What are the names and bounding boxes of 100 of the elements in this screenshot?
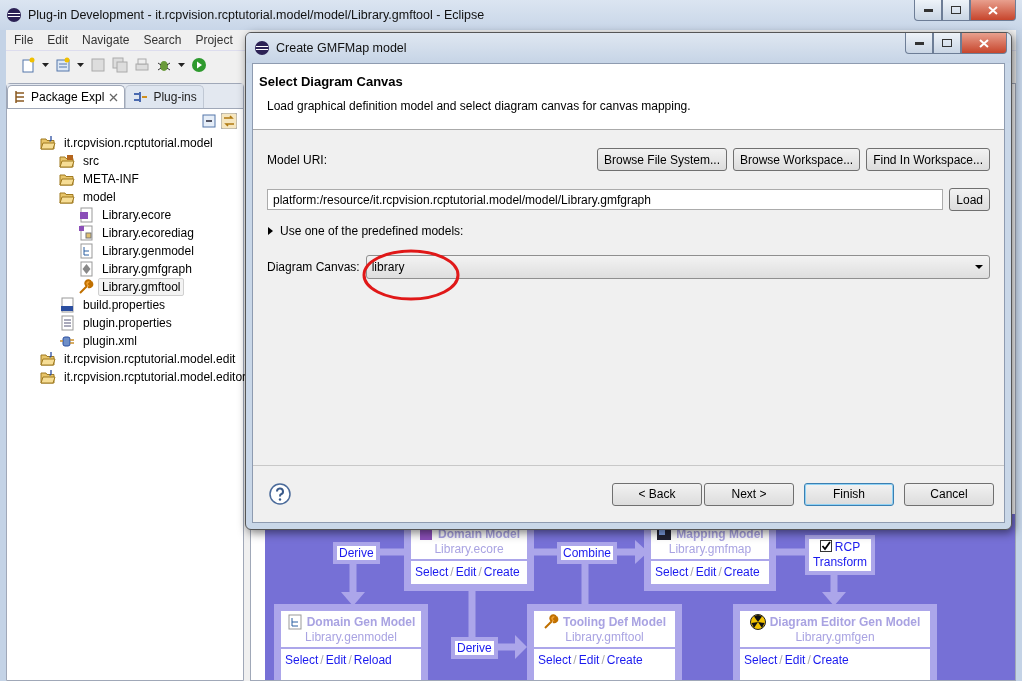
close-button[interactable] xyxy=(970,0,1016,21)
folder-icon xyxy=(59,189,75,205)
tree-item[interactable]: plugin.properties xyxy=(79,314,176,332)
transform-option[interactable]: RCP Transform xyxy=(805,535,875,575)
minimize-icon xyxy=(923,8,933,12)
view-tab[interactable]: Plug-ins xyxy=(125,85,204,108)
window-title: Plug-in Development - it.rcpvision.rcptutorial.model/model/Library.gmftool - Eclipse xyxy=(28,8,486,22)
text-file-icon xyxy=(59,315,75,331)
maximize-button[interactable] xyxy=(933,33,961,54)
tree-item[interactable]: Library.ecorediag xyxy=(98,224,198,242)
action-link[interactable]: Edit xyxy=(578,653,600,667)
minimize-button[interactable] xyxy=(905,33,933,54)
dialog-button[interactable]: Next > xyxy=(704,482,794,506)
separator-text: / xyxy=(807,653,811,667)
action-link[interactable]: Reload xyxy=(353,653,392,667)
separator-text: / xyxy=(690,565,694,579)
field-label: Diagram Canvas: xyxy=(267,260,360,274)
derive-link[interactable]: Derive xyxy=(451,637,498,659)
node-file: Library.genmodel xyxy=(305,630,397,644)
tree-item[interactable]: it.rcpvision.rcptutorial.model.edit xyxy=(60,350,240,368)
browse-button[interactable]: Browse Workspace... xyxy=(733,148,861,171)
node-title: Tooling Def Model xyxy=(562,615,667,629)
menu-item[interactable]: Search xyxy=(138,33,187,47)
action-link[interactable]: Select xyxy=(744,653,778,667)
field-label: Model URI: xyxy=(267,152,329,167)
tree-item[interactable]: plugin.xml xyxy=(79,332,142,350)
derive-link[interactable]: Derive xyxy=(333,542,380,564)
close-icon xyxy=(109,92,119,102)
node-title: Diagram Editor Gen Model xyxy=(769,615,921,629)
menu-item[interactable]: Edit xyxy=(42,33,74,47)
wrench-icon xyxy=(542,614,559,630)
action-link[interactable]: Create xyxy=(483,565,520,579)
action-link[interactable]: Select xyxy=(538,653,572,667)
help-icon[interactable] xyxy=(269,483,291,505)
ecore-file-icon xyxy=(78,207,94,223)
separator-text: / xyxy=(348,653,352,667)
action-link[interactable]: Edit xyxy=(325,653,347,667)
tree-item[interactable]: it.rcpvision.rcptutorial.model xyxy=(60,134,217,152)
menu-item[interactable]: Project xyxy=(190,33,238,47)
canvas-dropdown[interactable]: library xyxy=(365,255,990,279)
separator-text: / xyxy=(450,565,454,579)
tree-item[interactable]: build.properties xyxy=(79,296,170,314)
binary-file-icon xyxy=(59,297,75,313)
tree-item[interactable]: Library.gmfgraph xyxy=(98,260,196,278)
maximize-button[interactable] xyxy=(942,0,970,21)
project-folder-icon xyxy=(40,369,56,385)
action-link[interactable]: Edit xyxy=(784,653,806,667)
expand-arrow-icon xyxy=(267,227,274,235)
action-link[interactable]: Create xyxy=(606,653,643,667)
folder-icon xyxy=(59,171,75,187)
dropdown-arrow-icon xyxy=(975,265,983,269)
separator-text: / xyxy=(478,565,482,579)
action-link[interactable]: Create xyxy=(812,653,849,667)
node-title: Domain Gen Model xyxy=(306,615,416,629)
browse-button[interactable]: Browse File System... xyxy=(597,148,727,171)
view-tab[interactable]: Package Expl xyxy=(7,85,126,108)
separator-text: / xyxy=(320,653,324,667)
predefined-expander[interactable]: Use one of the predefined models: xyxy=(267,224,464,238)
caret-icon xyxy=(42,63,49,67)
derive-link[interactable]: Combine xyxy=(557,542,618,564)
action-link[interactable]: Create xyxy=(723,565,760,579)
dialog-button[interactable]: < Back xyxy=(612,482,702,506)
minimize-button[interactable] xyxy=(914,0,942,21)
separator-text: / xyxy=(573,653,577,667)
action-link[interactable]: Select xyxy=(655,565,689,579)
close-icon xyxy=(979,38,989,48)
tree-file-icon xyxy=(78,243,94,259)
run-icon[interactable] xyxy=(191,57,207,73)
tree-item[interactable]: META-INF xyxy=(79,170,143,188)
checkbox[interactable] xyxy=(819,540,832,552)
menu-item[interactable]: File xyxy=(9,33,39,47)
tree-item[interactable]: Library.genmodel xyxy=(98,242,198,260)
action-link[interactable]: Edit xyxy=(695,565,717,579)
uri-field[interactable]: platform:/resource/it.rcpvision.rcptutorial.model/model/Library.gmfgraph xyxy=(267,189,944,210)
caret-icon xyxy=(77,63,84,67)
load-button[interactable]: Load xyxy=(949,188,990,211)
close-button[interactable] xyxy=(961,33,1007,54)
dialog-button[interactable]: Cancel xyxy=(904,482,994,506)
tree-item[interactable]: Library.ecore xyxy=(98,206,176,224)
plug-icon xyxy=(132,89,149,105)
tree-file-icon xyxy=(286,614,303,630)
separator-text: / xyxy=(601,653,605,667)
maximize-icon xyxy=(951,6,961,14)
browse-button[interactable]: Find In Workspace... xyxy=(866,148,990,171)
project-folder-icon xyxy=(40,135,56,151)
dialog-title: Create GMFMap model xyxy=(276,41,408,55)
tree-item[interactable]: src xyxy=(79,152,103,170)
eclipse-logo-icon xyxy=(6,7,22,23)
collapse-all-icon[interactable] xyxy=(201,113,217,129)
tree-item[interactable]: Library.gmftool xyxy=(98,278,185,296)
separator-text: / xyxy=(718,565,722,579)
package-icon xyxy=(14,90,26,104)
action-link[interactable]: Select xyxy=(285,653,319,667)
menu-item[interactable]: Navigate xyxy=(77,33,135,47)
action-link[interactable]: Edit xyxy=(455,565,477,579)
eclipse-logo-icon xyxy=(254,40,270,56)
action-link[interactable]: Select xyxy=(415,565,449,579)
dialog-heading: Select Diagram Canvas xyxy=(259,74,404,89)
dialog-button[interactable]: Finish xyxy=(804,482,894,506)
tree-item[interactable]: model xyxy=(79,188,120,206)
